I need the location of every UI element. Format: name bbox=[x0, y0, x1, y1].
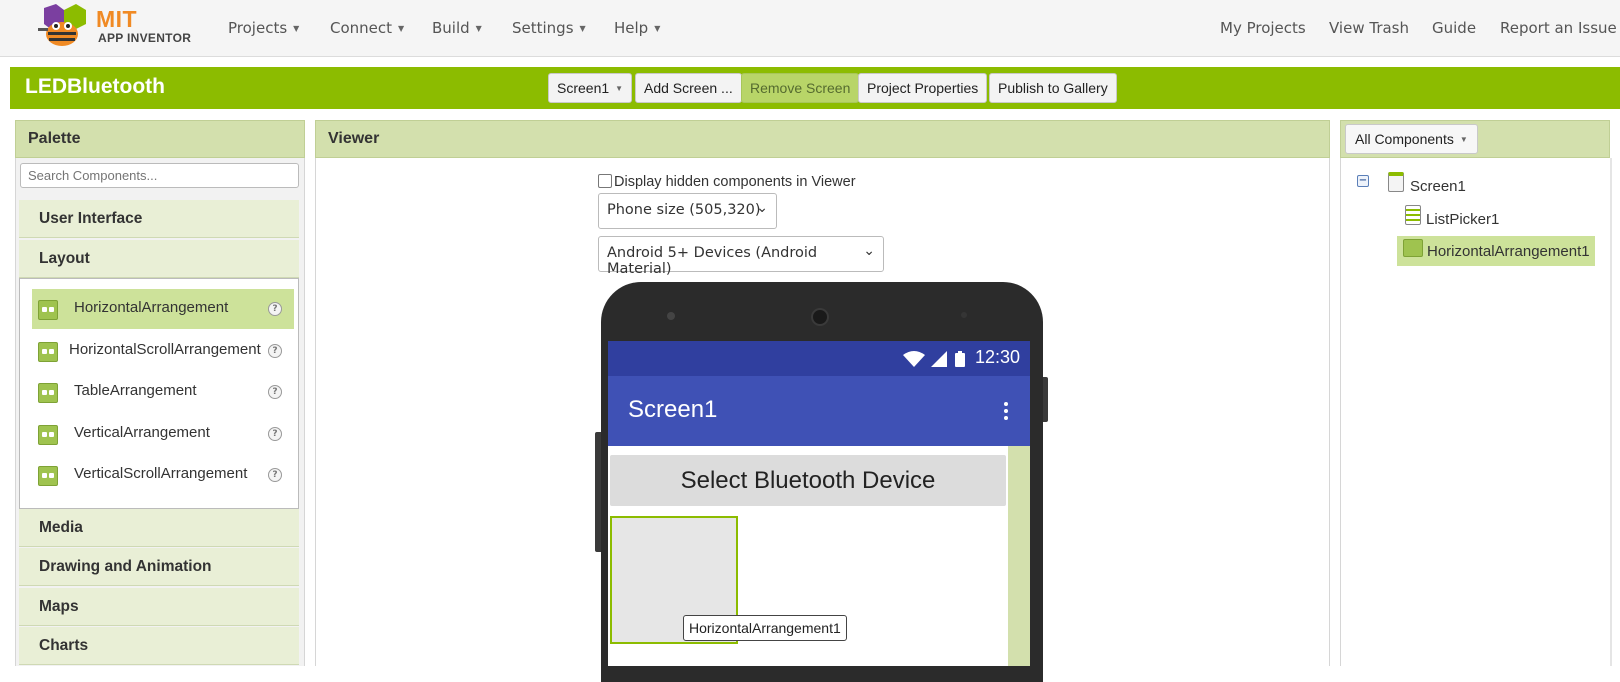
nav-report-issue[interactable]: Report an Issue bbox=[1500, 19, 1617, 37]
sensor-icon bbox=[961, 312, 967, 318]
caret-down-icon: ▼ bbox=[293, 24, 300, 33]
hidden-components-checkbox[interactable] bbox=[598, 174, 612, 188]
nav-settings[interactable]: Settings ▼ bbox=[512, 19, 586, 37]
palette-item-horizontal-arrangement[interactable]: HorizontalArrangement ? bbox=[32, 289, 294, 329]
tree-item-label: HorizontalArrangement1 bbox=[1427, 243, 1590, 260]
category-layout[interactable]: Layout bbox=[19, 240, 299, 278]
screen-icon bbox=[1388, 172, 1404, 192]
collapse-toggle-icon[interactable]: − bbox=[1357, 175, 1369, 187]
help-icon[interactable]: ? bbox=[268, 385, 282, 399]
category-charts[interactable]: Charts bbox=[19, 627, 299, 665]
help-icon[interactable]: ? bbox=[268, 468, 282, 482]
nav-build[interactable]: Build ▼ bbox=[432, 19, 482, 37]
palette-item-table-arrangement[interactable]: TableArrangement ? bbox=[32, 372, 294, 412]
add-screen-button[interactable]: Add Screen ... bbox=[635, 73, 742, 103]
palette-item-label: VerticalArrangement bbox=[74, 424, 210, 441]
nav-help[interactable]: Help ▼ bbox=[614, 19, 660, 37]
project-toolbar: LEDBluetooth Screen1 ▼ Add Screen ... Rem… bbox=[10, 67, 1620, 109]
caret-down-icon: ▼ bbox=[475, 24, 482, 33]
category-user-interface[interactable]: User Interface bbox=[19, 200, 299, 238]
tree-item-listpicker1[interactable]: ListPicker1 bbox=[1405, 205, 1525, 235]
overflow-menu-icon[interactable] bbox=[1004, 402, 1008, 423]
palette-item-label: TableArrangement bbox=[74, 382, 197, 399]
caret-down-icon: ▼ bbox=[1459, 135, 1468, 144]
app-inventor-logo[interactable]: MIT APP INVENTOR bbox=[34, 4, 194, 52]
palette-item-label: HorizontalScrollArrangement bbox=[69, 341, 261, 358]
speaker-icon bbox=[811, 308, 829, 326]
logo-app-inventor-text: APP INVENTOR bbox=[98, 31, 192, 45]
project-name: LEDBluetooth bbox=[25, 75, 165, 98]
search-components-input[interactable] bbox=[20, 163, 299, 188]
horizontal-scroll-arrangement-icon bbox=[38, 342, 58, 362]
palette-item-vertical-arrangement[interactable]: VerticalArrangement ? bbox=[32, 414, 294, 454]
viewer-title: Viewer bbox=[315, 120, 1330, 158]
phone-size-select[interactable]: Phone size (505,320) ⌄ bbox=[598, 193, 777, 229]
nav-view-trash[interactable]: View Trash bbox=[1329, 19, 1409, 37]
component-tooltip: HorizontalArrangement1 bbox=[683, 615, 847, 641]
layout-component-list: HorizontalArrangement ? HorizontalScroll… bbox=[19, 278, 299, 509]
palette-item-label: VerticalScrollArrangement bbox=[74, 465, 248, 482]
palette-item-vertical-scroll-arrangement[interactable]: VerticalScrollArrangement ? bbox=[32, 455, 294, 495]
nav-guide[interactable]: Guide bbox=[1432, 19, 1476, 37]
screen-select-button[interactable]: Screen1 ▼ bbox=[548, 73, 633, 103]
screen-title: Screen1 bbox=[628, 396, 718, 423]
phone-side-button bbox=[595, 432, 601, 552]
help-icon[interactable]: ? bbox=[268, 302, 282, 316]
front-camera-icon bbox=[667, 312, 675, 320]
wifi-icon bbox=[903, 351, 925, 367]
tree-item-screen1[interactable]: Screen1 bbox=[1388, 172, 1478, 202]
phone-size-value: Phone size (505,320) bbox=[607, 202, 761, 218]
status-icons bbox=[903, 351, 965, 367]
caret-down-icon: ▼ bbox=[615, 84, 624, 93]
category-drawing-animation[interactable]: Drawing and Animation bbox=[19, 548, 299, 586]
project-properties-button[interactable]: Project Properties bbox=[858, 73, 988, 103]
palette-item-horizontal-scroll-arrangement[interactable]: HorizontalScrollArrangement ? bbox=[32, 331, 294, 371]
phone-top-bezel bbox=[601, 282, 1043, 342]
publish-gallery-button[interactable]: Publish to Gallery bbox=[989, 73, 1117, 103]
tree-item-label: Screen1 bbox=[1410, 178, 1466, 195]
phone-power-button bbox=[1043, 377, 1048, 422]
logo-mit-text: MIT bbox=[96, 6, 138, 32]
battery-icon bbox=[955, 353, 965, 367]
device-theme-select[interactable]: Android 5+ Devices (Android Material) ⌄ bbox=[598, 236, 884, 277]
palette-item-label: HorizontalArrangement bbox=[74, 299, 229, 316]
table-arrangement-icon bbox=[38, 383, 58, 403]
bee-icon bbox=[38, 4, 86, 46]
vertical-scroll-arrangement-icon bbox=[38, 466, 58, 486]
listpicker-icon bbox=[1405, 205, 1421, 225]
caret-down-icon: ▼ bbox=[654, 24, 661, 33]
remove-screen-button[interactable]: Remove Screen bbox=[741, 73, 860, 103]
horizontal-arrangement-icon bbox=[1403, 239, 1423, 257]
status-time: 12:30 bbox=[974, 347, 1020, 367]
components-panel bbox=[1340, 120, 1620, 666]
help-icon[interactable]: ? bbox=[268, 344, 282, 358]
vertical-arrangement-icon bbox=[38, 425, 58, 445]
horizontal-arrangement-icon bbox=[38, 300, 58, 320]
android-app-bar: Screen1 bbox=[608, 376, 1030, 446]
chevron-down-icon: ⌄ bbox=[863, 243, 875, 259]
tree-item-label: ListPicker1 bbox=[1426, 211, 1500, 228]
android-status-bar: 12:30 bbox=[608, 341, 1030, 376]
display-hidden-components[interactable]: Display hidden components in Viewer bbox=[598, 174, 856, 190]
listpicker-select-device[interactable]: Select Bluetooth Device bbox=[610, 455, 1006, 506]
panel-divider bbox=[1610, 158, 1612, 666]
screen-scroll-strip bbox=[1008, 446, 1030, 666]
signal-icon bbox=[931, 351, 947, 367]
hidden-components-label: Display hidden components in Viewer bbox=[614, 174, 856, 190]
top-navbar: MIT APP INVENTOR Projects ▼ Connect ▼ Buil… bbox=[0, 0, 1620, 57]
caret-down-icon: ▼ bbox=[398, 24, 405, 33]
category-maps[interactable]: Maps bbox=[19, 588, 299, 626]
all-components-dropdown[interactable]: All Components ▼ bbox=[1345, 124, 1478, 154]
help-icon[interactable]: ? bbox=[268, 427, 282, 441]
caret-down-icon: ▼ bbox=[579, 24, 586, 33]
chevron-down-icon: ⌄ bbox=[756, 200, 768, 216]
tree-item-horizontal-arrangement1[interactable]: HorizontalArrangement1 bbox=[1397, 236, 1595, 266]
nav-projects[interactable]: Projects ▼ bbox=[228, 19, 299, 37]
nav-my-projects[interactable]: My Projects bbox=[1220, 19, 1306, 37]
nav-connect[interactable]: Connect ▼ bbox=[330, 19, 404, 37]
palette-title: Palette bbox=[15, 120, 305, 158]
category-media[interactable]: Media bbox=[19, 509, 299, 547]
